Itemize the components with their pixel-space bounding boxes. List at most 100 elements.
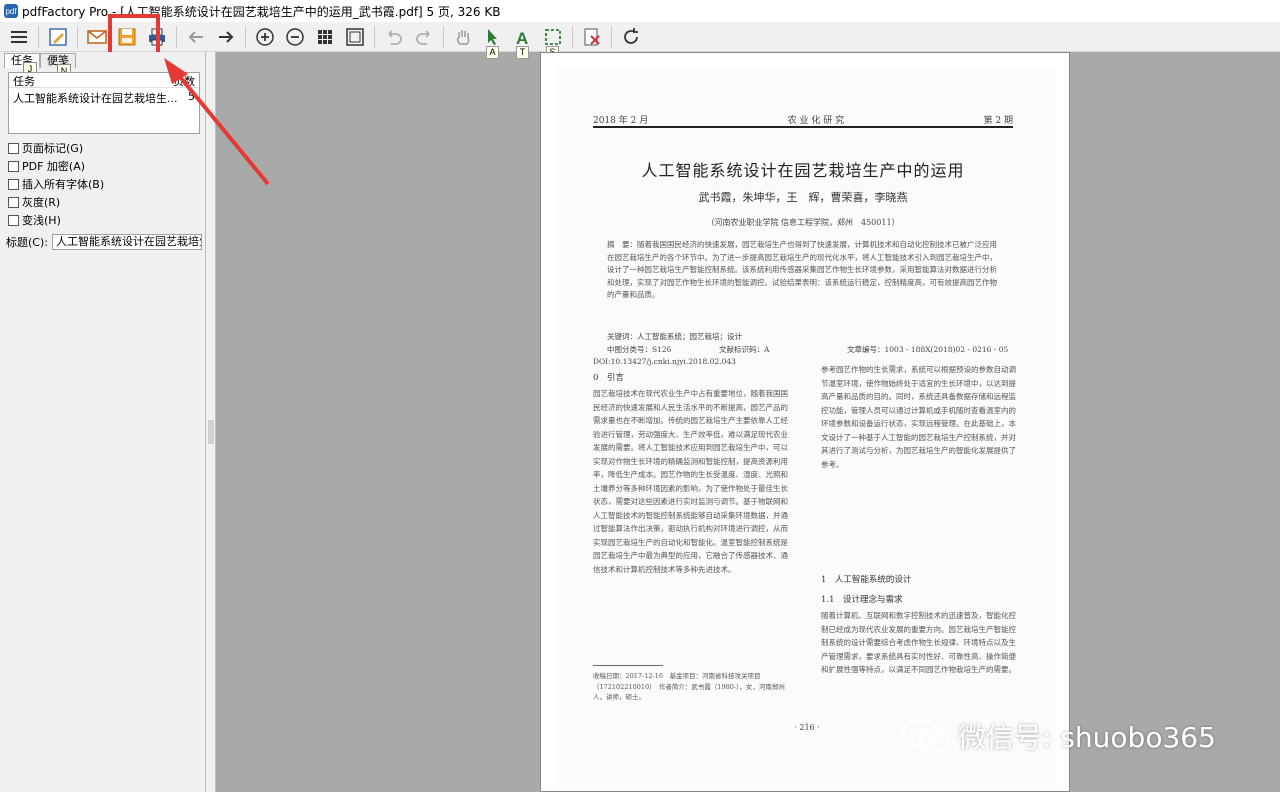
panel-splitter[interactable] (206, 52, 216, 792)
toolbar-separator (572, 25, 573, 48)
watermark: 微信号: shuobo365 (900, 716, 1216, 756)
app-logo-icon: pdf (4, 4, 18, 18)
zoom-out-button[interactable] (282, 24, 308, 50)
zoom-out-icon (286, 27, 304, 46)
select-tool-shortcut: A (486, 45, 499, 59)
hand-tool-button[interactable] (450, 24, 476, 50)
watermark-text: 微信号: shuobo365 (958, 721, 1216, 754)
refresh-icon (624, 27, 638, 44)
article-abstract: 摘 要：随着我国国民经济的快速发展，园艺栽培生产也得到了快速发展，计算机技术和自… (607, 240, 997, 299)
collapse-arrow-icon[interactable] (208, 420, 214, 444)
article-affiliation: （河南农业职业学院 信息工程学院，郑州 450011） (706, 218, 900, 227)
menu-button[interactable] (6, 24, 32, 50)
right-column-text: 参考园艺作物的生长需求，系统可以根据预设的参数自动调节温室环境，使作物始终处于适… (821, 365, 1016, 469)
checkbox[interactable] (8, 160, 19, 172)
toolbar: A A T S (0, 22, 1280, 59)
header-date: 2018 年 2 月 (593, 116, 649, 126)
header-issue: 第 2 期 (983, 116, 1013, 126)
zoom-in-button[interactable] (252, 24, 278, 50)
toolbar-separator (245, 25, 246, 48)
article-doc-code: 文献标识码：A (719, 345, 770, 354)
arrow-right-icon (219, 30, 234, 43)
column-pages[interactable]: 页数 (173, 73, 195, 88)
task-name: 人工智能系统设计在园艺栽培生... (13, 92, 178, 105)
toolbar-separator (611, 25, 612, 48)
text-tool-icon: A (516, 29, 528, 48)
back-button[interactable] (183, 24, 209, 50)
article-clc: 中图分类号：S126 (607, 345, 672, 354)
checkbox[interactable] (8, 196, 19, 208)
toolbar-separator (176, 25, 177, 48)
delete-page-button[interactable] (579, 24, 605, 50)
article-number: 文章编号：1003 - 188X(2018)02 - 0216 - 05 (847, 345, 1009, 354)
section-introduction: 0 引言 (593, 373, 624, 383)
text-tool-button[interactable]: A T (510, 24, 536, 59)
task-list-header: 任务 页数 (9, 73, 199, 88)
option-grayscale[interactable]: 灰度(R) (8, 194, 60, 210)
subsection-concept: 1.1 设计理念与需求 (821, 595, 903, 605)
fit-page-button[interactable] (342, 24, 368, 50)
grid-icon (318, 29, 332, 44)
redo-icon (416, 29, 430, 45)
article-doi: DOI:10.13427/j.cnki.njyi.2018.02.043 (593, 357, 736, 366)
header-rule (593, 126, 1013, 128)
select-tool-button[interactable]: A (480, 24, 506, 59)
header-journal: 农 业 化 研 究 (787, 116, 845, 126)
right-column-text-2: 随着计算机、互联网和数字控制技术的迅速普及，智能化控制已经成为现代农业发展的重要… (821, 611, 1016, 674)
undo-button[interactable] (381, 24, 407, 50)
email-button[interactable] (84, 24, 110, 50)
delete-page-icon (584, 28, 600, 45)
snapshot-icon (545, 28, 561, 45)
article-footnote: 收稿日期：2017-12-16 基金项目：河南省科技攻关项目（172102210… (593, 672, 785, 701)
checkbox[interactable] (8, 178, 19, 190)
toolbar-separator (77, 25, 78, 48)
thumbnails-button[interactable] (312, 24, 338, 50)
fit-page-icon (346, 27, 364, 46)
undo-icon (388, 29, 402, 45)
footnote-rule (593, 665, 663, 666)
zoom-in-icon (256, 27, 274, 46)
edit-button[interactable] (45, 24, 71, 50)
option-pdf-encrypt[interactable]: PDF 加密(A) (8, 158, 85, 174)
column-task[interactable]: 任务 (13, 73, 35, 88)
option-label: PDF 加密(A) (22, 160, 86, 173)
title-input[interactable]: 人工智能系统设计在园艺栽培生产 (51, 234, 202, 250)
refresh-button[interactable] (618, 24, 644, 50)
title-field: 标题(C): 人工智能系统设计在园艺栽培生产 (6, 234, 202, 250)
checkbox[interactable] (8, 142, 19, 154)
option-page-marks[interactable]: 页面标记(G) (8, 140, 83, 156)
task-row[interactable]: 人工智能系统设计在园艺栽培生... 5 (9, 88, 199, 108)
document-page: 2018 年 2 月 农 业 化 研 究 第 2 期 人工智能系统设计在园艺栽培… (540, 52, 1070, 792)
hand-icon (456, 29, 470, 45)
article-title: 人工智能系统设计在园艺栽培生产中的运用 (641, 161, 965, 180)
envelope-icon (87, 29, 107, 44)
option-label: 灰度(R) (22, 196, 61, 209)
section-design: 1 人工智能系统的设计 (821, 575, 912, 585)
option-lighten[interactable]: 变浅(H) (8, 212, 61, 228)
title-bar: pdf pdfFactory Pro - [人工智能系统设计在园艺栽培生产中的运… (0, 0, 1280, 22)
text-tool-shortcut: T (516, 45, 529, 59)
snapshot-tool-button[interactable]: S (540, 24, 566, 59)
redo-button[interactable] (411, 24, 437, 50)
toolbar-separator (443, 25, 444, 48)
forward-button[interactable] (213, 24, 239, 50)
toolbar-separator (374, 25, 375, 48)
checkbox[interactable] (8, 214, 19, 226)
task-pages: 5 (188, 90, 195, 103)
window-title: pdfFactory Pro - [人工智能系统设计在园艺栽培生产中的运用_武书… (22, 4, 501, 19)
wechat-icon (901, 718, 950, 754)
menu-icon (11, 30, 27, 43)
article-keywords: 关键词：人工智能系统；园艺栽培；设计 (607, 332, 742, 341)
option-label: 页面标记(G) (22, 142, 84, 155)
edit-icon (49, 27, 67, 46)
page-number: · 216 · (794, 723, 820, 732)
option-embed-fonts[interactable]: 插入所有字体(B) (8, 176, 104, 192)
title-label: 标题(C): (6, 236, 48, 249)
option-label: 变浅(H) (22, 214, 61, 227)
task-list[interactable]: 任务 页数 人工智能系统设计在园艺栽培生... 5 (8, 72, 200, 134)
cursor-icon (488, 28, 497, 45)
toolbar-separator (38, 25, 39, 48)
arrow-left-icon (188, 30, 203, 43)
left-panel: 任务 便笺 J N 任务 页数 人工智能系统设计在园艺栽培生... 5 页面标记… (0, 52, 206, 792)
article-authors: 武书霞，朱坤华，王 辉，曹荣喜，李晓燕 (698, 191, 908, 204)
